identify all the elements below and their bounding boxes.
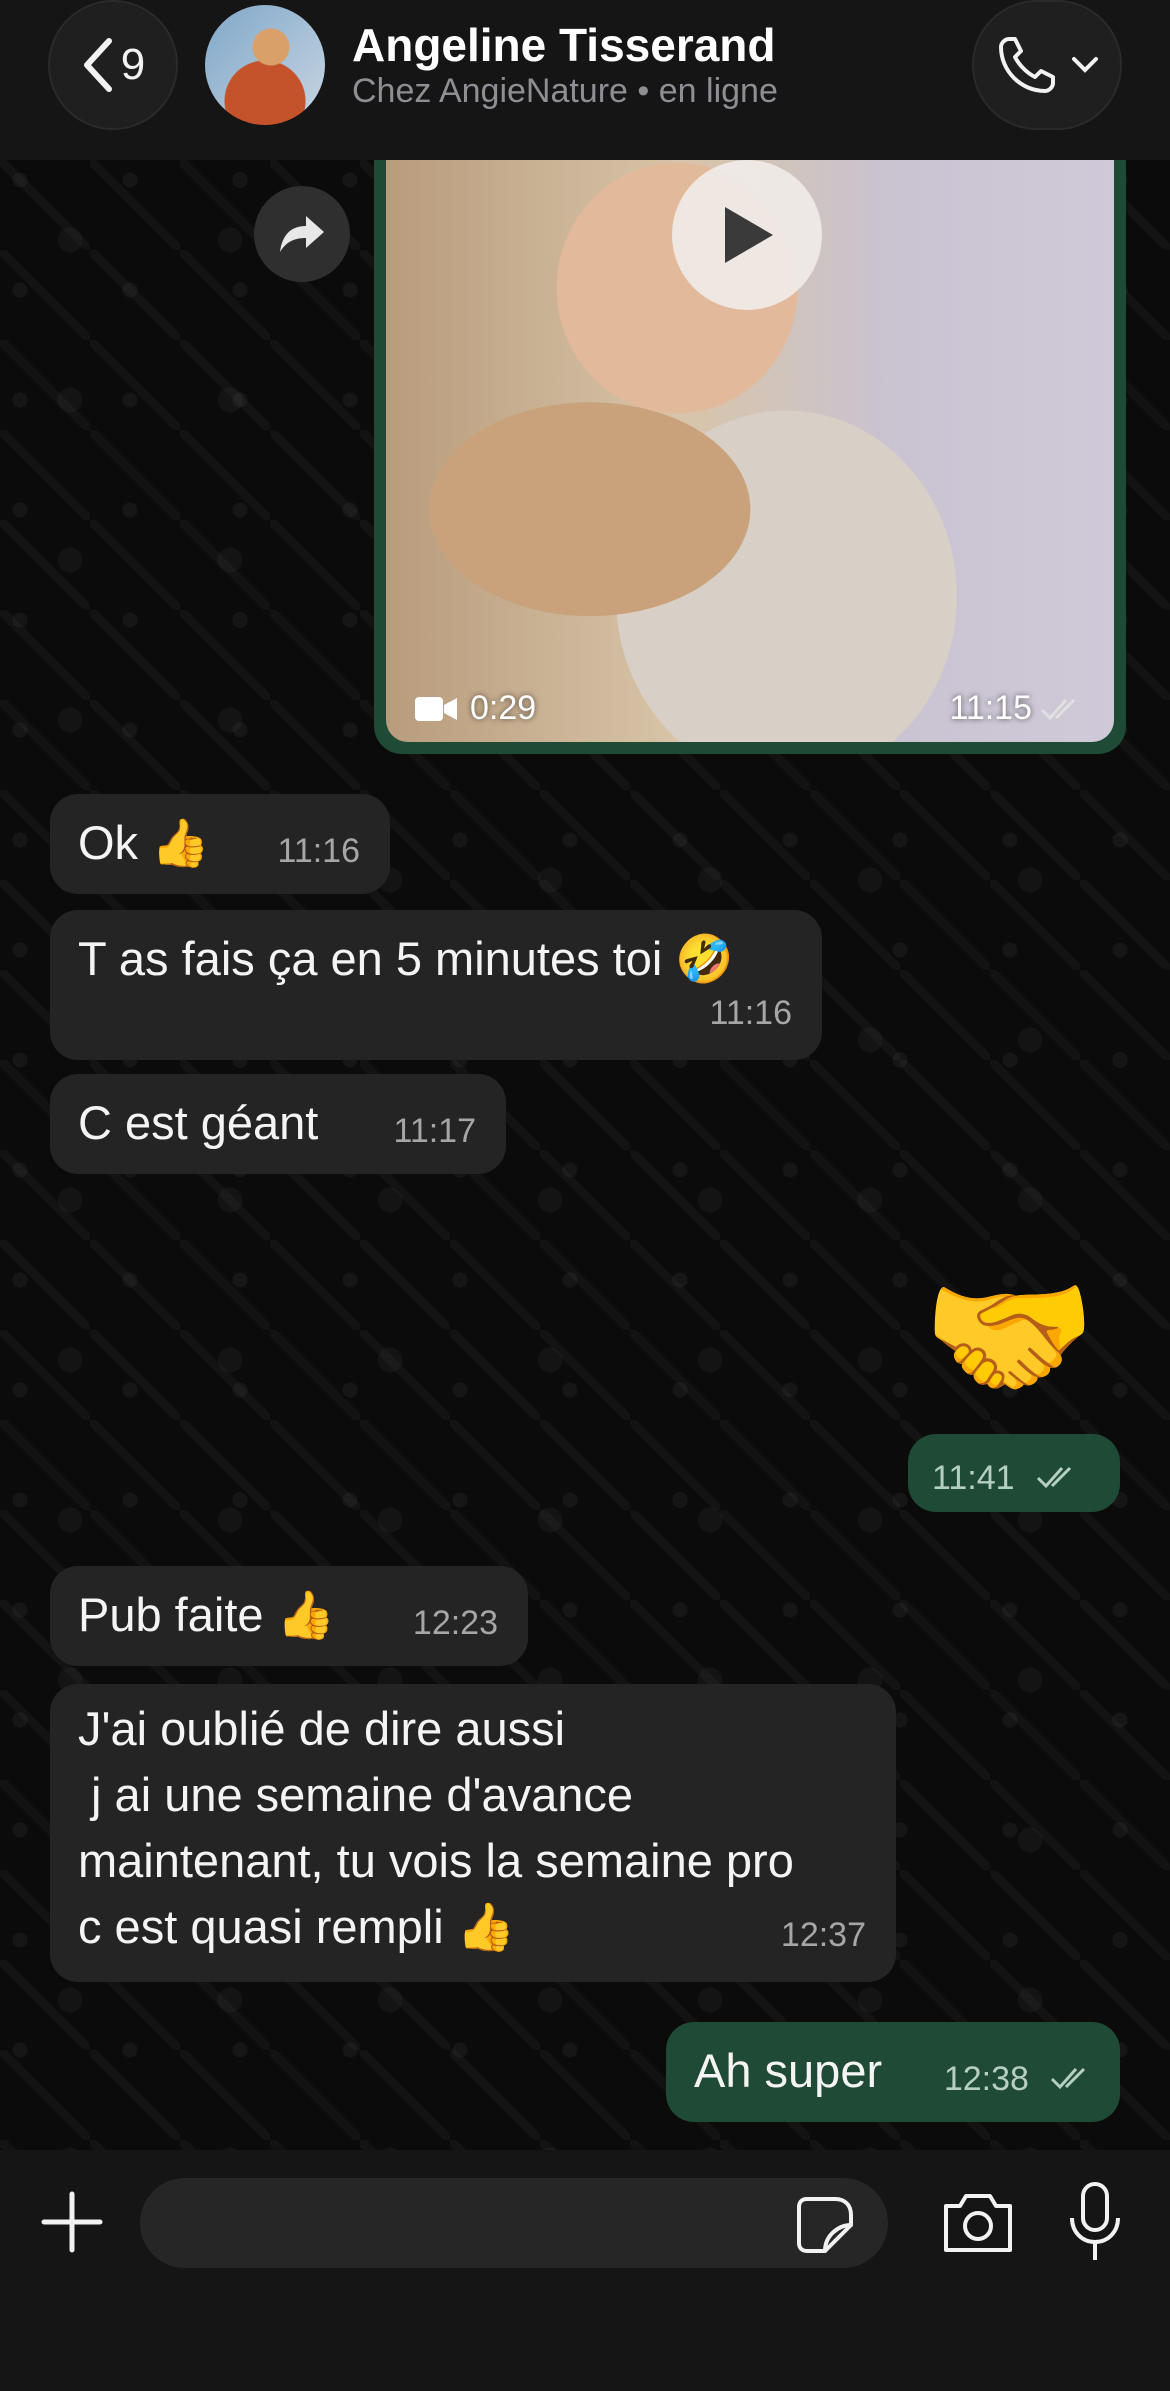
message-meta: 12:38 (944, 2041, 1096, 2112)
outgoing-message-time-pill[interactable]: 11:41 (908, 1434, 1120, 1512)
incoming-message[interactable]: T as fais ça en 5 minutes toi 🤣 11:16 (50, 910, 822, 1060)
message-time: 11:15 (949, 689, 1086, 728)
contact-status: Chez AngieNature • en ligne (352, 72, 778, 110)
message-line: c est quasi rempli 👍 (78, 1900, 516, 1953)
message-time: 11:16 (277, 832, 360, 870)
message-input[interactable] (140, 2178, 888, 2268)
read-ticks-icon (1050, 2067, 1086, 2089)
call-button[interactable] (972, 0, 1122, 130)
camera-icon[interactable] (940, 2190, 1016, 2256)
handshake-emoji-message[interactable]: 🤝 (922, 1262, 1096, 1412)
message-time: 12:38 (943, 2060, 1029, 2098)
message-time: 11:17 (393, 1112, 476, 1150)
composer-bar (0, 2150, 1170, 2391)
incoming-message[interactable]: J'ai oublié de dire aussi j ai une semai… (50, 1684, 896, 1982)
message-line: j ai une semaine d'avance (78, 1768, 634, 1821)
contact-name[interactable]: Angeline Tisserand (352, 18, 776, 72)
video-duration-row: 0:29 (414, 689, 536, 728)
forward-button[interactable] (254, 186, 350, 282)
chevron-down-icon (1072, 57, 1098, 73)
message-time: 12:37 (780, 1916, 866, 1954)
incoming-message[interactable]: C est géant 11:17 (50, 1074, 506, 1174)
avatar[interactable] (205, 5, 325, 125)
message-line: J'ai oublié de dire aussi (78, 1702, 566, 1755)
message-time: 11:41 (932, 1459, 1015, 1497)
message-time: 11:16 (709, 994, 792, 1032)
video-duration: 0:29 (470, 689, 537, 727)
unread-count: 9 (120, 40, 146, 89)
microphone-icon[interactable] (1066, 2180, 1124, 2266)
message-line: maintenant, tu vois la semaine pro (78, 1834, 794, 1887)
play-button[interactable] (672, 160, 822, 310)
forward-icon (280, 216, 324, 252)
phone-icon (999, 37, 1055, 93)
video-thumbnail[interactable]: 0:29 11:15 (386, 160, 1114, 742)
plus-icon[interactable] (38, 2188, 106, 2256)
read-ticks-icon (1040, 698, 1076, 720)
incoming-message[interactable]: Ok 👍 11:16 (50, 794, 390, 894)
message-text: Pub faite 👍 (78, 1588, 336, 1641)
read-ticks-icon (1036, 1466, 1071, 1488)
message-text: T as fais ça en 5 minutes toi 🤣 (78, 932, 734, 985)
message-time: 12:23 (412, 1604, 498, 1642)
video-camera-icon (415, 696, 457, 721)
chat-header: 9 Angeline Tisserand Chez AngieNature • … (0, 0, 1170, 160)
back-button[interactable]: 9 (48, 0, 178, 130)
sticker-icon[interactable] (795, 2195, 855, 2255)
message-text: Ok 👍 (78, 816, 210, 869)
incoming-message[interactable]: Pub faite 👍 12:23 (50, 1566, 528, 1666)
play-icon (725, 207, 773, 263)
outgoing-message[interactable]: Ah super 12:38 (666, 2022, 1120, 2122)
message-text: C est géant (78, 1096, 319, 1149)
video-message[interactable]: 0:29 11:15 (374, 160, 1126, 754)
message-text: Ah super (694, 2044, 883, 2097)
chevron-left-icon (83, 38, 112, 92)
